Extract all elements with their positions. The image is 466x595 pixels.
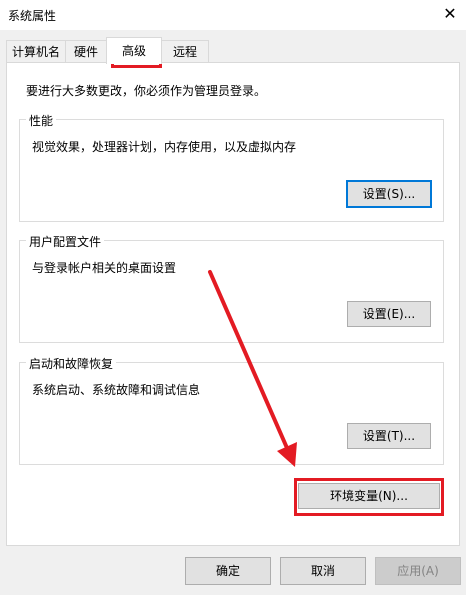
tab-advanced[interactable]: 高级 — [106, 37, 162, 64]
annotation-arrow — [208, 270, 297, 467]
